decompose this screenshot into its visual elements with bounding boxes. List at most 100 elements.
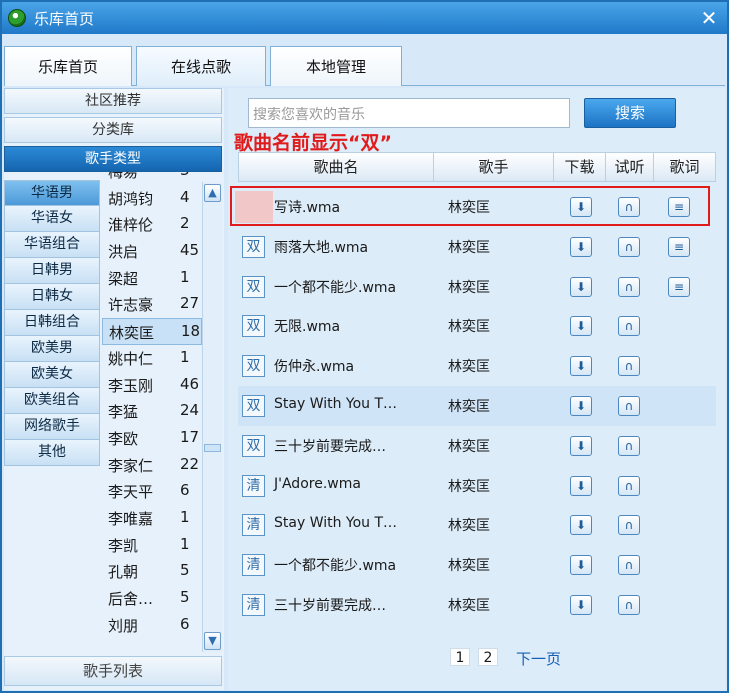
singer-row[interactable]: 许志豪 27 (102, 291, 202, 318)
download-icon[interactable]: ⬇ (570, 356, 592, 377)
page-1-link[interactable]: 1 (450, 648, 470, 666)
tab-online-songs[interactable]: 在线点歌 (136, 46, 266, 86)
singer-row[interactable]: 洪启 45 (102, 238, 202, 265)
download-icon[interactable]: ⬇ (570, 396, 592, 416)
song-row[interactable]: 双 Stay With You T… 林奕匡 ⬇ ∩ (238, 386, 716, 426)
download-icon[interactable]: ⬇ (570, 316, 592, 337)
headphones-icon[interactable]: ∩ (618, 396, 640, 416)
download-icon[interactable]: ⬇ (570, 475, 592, 496)
singer-type-item[interactable]: 网络歌手 (4, 414, 100, 440)
song-name[interactable]: 三十岁前要完成… (274, 595, 386, 615)
headphones-icon[interactable]: ∩ (618, 276, 640, 297)
singer-type-item[interactable]: 华语女 (4, 206, 100, 232)
singer-type-item[interactable]: 欧美男 (4, 336, 100, 362)
singer-row[interactable]: 李家仁 22 (102, 452, 202, 479)
singer-row-selected[interactable]: 林奕匡 18 (102, 318, 202, 345)
singer-row[interactable]: 后舍… 5 (102, 585, 202, 612)
song-row[interactable]: 清 Stay With You T… 林奕匡 ⬇ ∩ (238, 505, 716, 545)
song-row[interactable]: 双无限.wma 林奕匡 ⬇ ∩ (238, 306, 716, 346)
singer-row[interactable]: 李欧 17 (102, 425, 202, 452)
download-icon[interactable]: ⬇ (570, 435, 592, 456)
singer-row[interactable]: 胡鸿钧 4 (102, 185, 202, 212)
singer-type-item[interactable]: 欧美女 (4, 362, 100, 388)
singer-type-item[interactable]: 日韩男 (4, 258, 100, 284)
search-input[interactable]: 搜索您喜欢的音乐 (248, 98, 570, 128)
song-artist[interactable]: 林奕匡 (448, 277, 490, 297)
song-row[interactable]: 清一个都不能少.wma 林奕匡 ⬇ ∩ (238, 545, 716, 585)
song-artist[interactable]: 林奕匡 (448, 476, 490, 496)
close-button[interactable]: ✕ (697, 7, 721, 29)
page-2-link[interactable]: 2 (478, 648, 498, 666)
song-row[interactable]: 双一个都不能少.wma 林奕匡 ⬇ ∩ ≡ (238, 267, 716, 307)
download-icon[interactable]: ⬇ (570, 276, 592, 297)
song-row[interactable]: 清 J'Adore.wma 林奕匡 ⬇ ∩ (238, 466, 716, 506)
header-song-name[interactable]: 歌曲名 (239, 153, 434, 181)
download-icon[interactable]: ⬇ (570, 595, 592, 615)
headphones-icon[interactable]: ∩ (618, 515, 640, 536)
song-artist[interactable]: 林奕匡 (448, 555, 490, 575)
download-icon[interactable]: ⬇ (570, 555, 592, 576)
search-button[interactable]: 搜索 (584, 98, 676, 128)
singer-row[interactable]: 孔朝 5 (102, 558, 202, 585)
song-name[interactable]: 无限.wma (274, 316, 340, 336)
song-name[interactable]: Stay With You T… (274, 396, 397, 412)
tab-local-management[interactable]: 本地管理 (270, 46, 402, 86)
singer-type-item[interactable]: 欧美组合 (4, 388, 100, 414)
lyrics-icon[interactable]: ≡ (668, 276, 690, 297)
song-artist[interactable]: 林奕匡 (448, 515, 490, 535)
headphones-icon[interactable]: ∩ (618, 595, 640, 615)
headphones-icon[interactable]: ∩ (618, 475, 640, 496)
category-community-recommend[interactable]: 社区推荐 (4, 88, 222, 114)
scroll-down-icon[interactable]: ▼ (204, 632, 221, 650)
headphones-icon[interactable]: ∩ (618, 555, 640, 576)
category-library[interactable]: 分类库 (4, 117, 222, 143)
song-row[interactable]: 清三十岁前要完成… 林奕匡 ⬇ ∩ (238, 585, 716, 625)
headphones-icon[interactable]: ∩ (618, 316, 640, 337)
singer-list-scrollbar[interactable]: ▲ ▼ (202, 182, 222, 652)
tab-library-home[interactable]: 乐库首页 (4, 46, 132, 86)
singer-row[interactable]: 李猛 24 (102, 398, 202, 425)
singer-row[interactable]: 淮梓伦 2 (102, 211, 202, 238)
singer-row[interactable]: 梁超 1 (102, 265, 202, 292)
scroll-up-icon[interactable]: ▲ (204, 184, 221, 202)
download-icon[interactable]: ⬇ (570, 515, 592, 536)
singer-type-item[interactable]: 日韩女 (4, 284, 100, 310)
song-row[interactable]: 双三十岁前要完成… 林奕匡 ⬇ ∩ (238, 426, 716, 466)
singer-row[interactable]: 李玉刚 46 (102, 372, 202, 399)
scroll-thumb[interactable] (204, 444, 221, 452)
song-artist[interactable]: 林奕匡 (448, 396, 490, 416)
download-icon[interactable]: ⬇ (570, 236, 592, 257)
singer-type-item[interactable]: 华语男 (4, 180, 100, 206)
category-singer-type[interactable]: 歌手类型 (4, 146, 222, 172)
song-artist[interactable]: 林奕匡 (448, 316, 490, 336)
header-artist[interactable]: 歌手 (434, 153, 554, 181)
singer-row[interactable]: 李天平 6 (102, 478, 202, 505)
song-artist[interactable]: 林奕匡 (448, 237, 490, 257)
headphones-icon[interactable]: ∩ (618, 435, 640, 456)
song-name[interactable]: 伤仲永.wma (274, 356, 354, 376)
singer-type-item[interactable]: 其他 (4, 440, 100, 466)
headphones-icon[interactable]: ∩ (618, 356, 640, 377)
song-row[interactable]: 双伤仲永.wma 林奕匡 ⬇ ∩ (238, 346, 716, 386)
singer-type-item[interactable]: 华语组合 (4, 232, 100, 258)
song-row[interactable]: 双雨落大地.wma 林奕匡 ⬇ ∩ ≡ (238, 227, 716, 267)
singer-row[interactable]: 梅易 3 (102, 172, 202, 185)
singer-row[interactable]: 刘朋 6 (102, 612, 202, 639)
song-name[interactable]: J'Adore.wma (274, 476, 361, 492)
song-name[interactable]: 雨落大地.wma (274, 237, 368, 257)
song-name[interactable]: 一个都不能少.wma (274, 555, 396, 575)
singer-type-item[interactable]: 日韩组合 (4, 310, 100, 336)
lyrics-icon[interactable]: ≡ (668, 236, 690, 257)
next-page-link[interactable]: 下一页 (516, 648, 561, 669)
singer-list-button[interactable]: 歌手列表 (4, 656, 222, 686)
song-name[interactable]: Stay With You T… (274, 515, 397, 531)
song-name[interactable]: 三十岁前要完成… (274, 436, 386, 456)
singer-row[interactable]: 李唯嘉 1 (102, 505, 202, 532)
singer-row[interactable]: 姚中仁 1 (102, 345, 202, 372)
singer-row[interactable]: 李凯 1 (102, 532, 202, 559)
song-artist[interactable]: 林奕匡 (448, 436, 490, 456)
song-artist[interactable]: 林奕匡 (448, 356, 490, 376)
song-artist[interactable]: 林奕匡 (448, 595, 490, 615)
song-name[interactable]: 一个都不能少.wma (274, 277, 396, 297)
headphones-icon[interactable]: ∩ (618, 236, 640, 257)
